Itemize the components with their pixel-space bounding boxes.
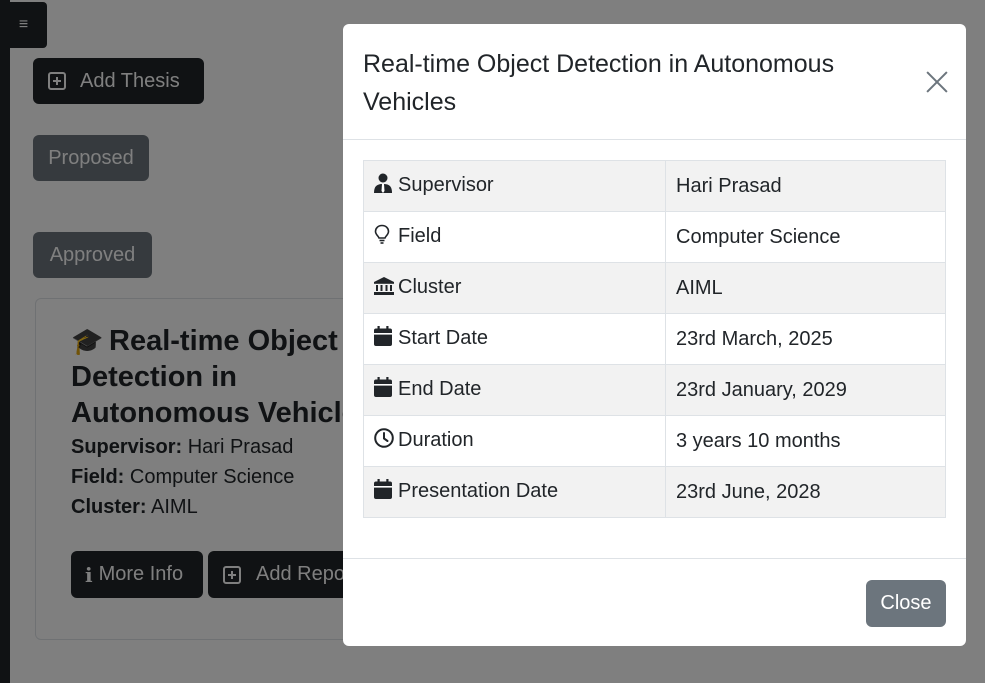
- table-row: Presentation Date 23rd June, 2028: [363, 466, 946, 518]
- row-value: Hari Prasad: [665, 160, 946, 212]
- close-icon[interactable]: [922, 67, 952, 97]
- row-label: Field: [398, 225, 442, 247]
- thesis-details-table: Supervisor Hari Prasad Field Computer Sc…: [363, 160, 946, 518]
- row-value: 23rd June, 2028: [665, 466, 946, 518]
- row-value: 23rd January, 2029: [665, 364, 946, 416]
- modal-footer: Close: [343, 558, 966, 646]
- table-row: Duration 3 years 10 months: [363, 415, 946, 467]
- row-label: Duration: [398, 429, 474, 451]
- table-row: Cluster AIML: [363, 262, 946, 314]
- row-label: End Date: [398, 378, 482, 400]
- row-value: 3 years 10 months: [665, 415, 946, 467]
- calendar-icon: [374, 479, 394, 505]
- calendar-icon: [374, 326, 394, 352]
- table-row: Start Date 23rd March, 2025: [363, 313, 946, 365]
- row-value: AIML: [665, 262, 946, 314]
- bank-icon: [374, 276, 394, 301]
- lightbulb-icon: [374, 224, 394, 250]
- table-row: Field Computer Science: [363, 211, 946, 263]
- table-row: Supervisor Hari Prasad: [363, 160, 946, 212]
- modal-header: Real-time Object Detection in Autonomous…: [343, 24, 966, 140]
- supervisor-icon: [374, 173, 394, 199]
- table-row: End Date 23rd January, 2029: [363, 364, 946, 416]
- clock-icon: [374, 428, 394, 454]
- row-value: 23rd March, 2025: [665, 313, 946, 365]
- close-button[interactable]: Close: [866, 580, 946, 627]
- row-label: Cluster: [398, 275, 462, 298]
- row-label: Start Date: [398, 327, 489, 349]
- modal-title: Real-time Object Detection in Autonomous…: [363, 50, 835, 116]
- row-value: Computer Science: [665, 211, 946, 263]
- row-label: Presentation Date: [398, 480, 559, 502]
- row-label: Supervisor: [398, 174, 494, 196]
- thesis-details-modal: Real-time Object Detection in Autonomous…: [343, 24, 966, 646]
- calendar-icon: [374, 377, 394, 403]
